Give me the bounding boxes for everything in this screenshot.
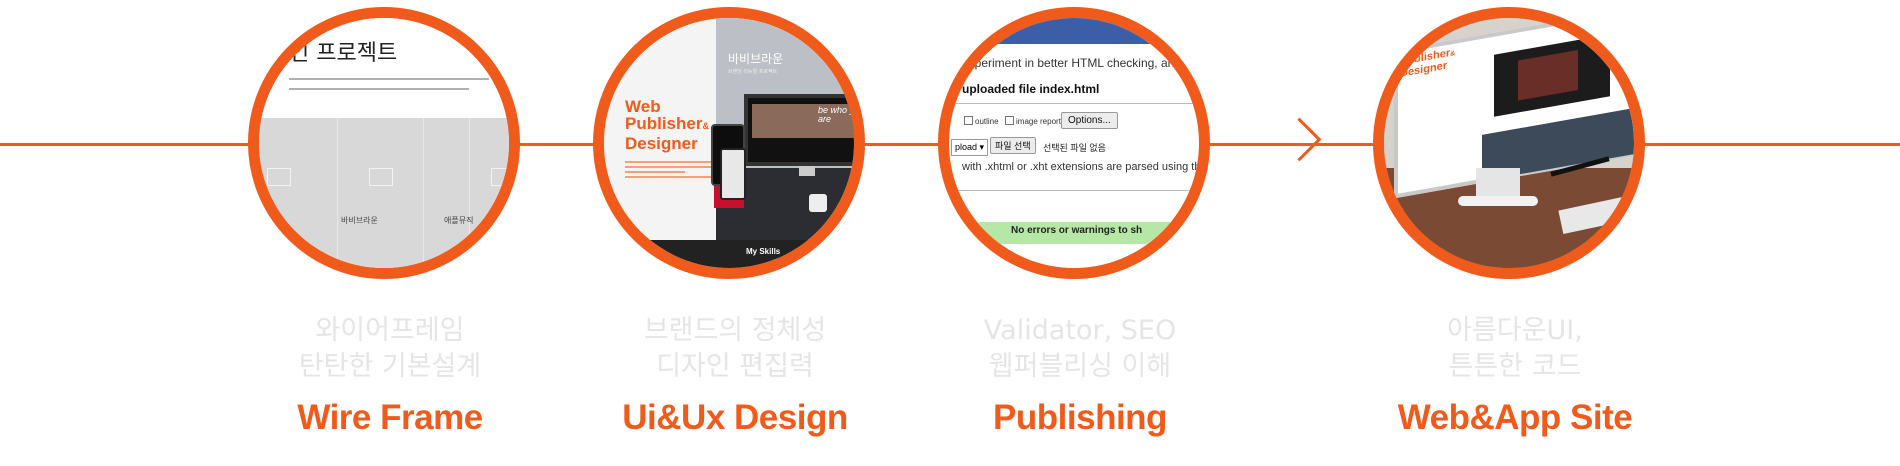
step-website: Publisher& Designer 아름다운UI, 튼튼한 코드 Web&A… bbox=[1365, 0, 1665, 466]
caption-line: Validator, SEO bbox=[983, 315, 1177, 346]
image-report-label: image report bbox=[1016, 117, 1061, 126]
caption-line: 탄탄한 기본설계 bbox=[298, 351, 482, 382]
uidesign-caption: 브랜드의 정체성 디자인 편집력 bbox=[585, 313, 885, 385]
uidesign-body-lines bbox=[625, 158, 711, 181]
caption-line: 와이어프레임 bbox=[315, 315, 465, 346]
publishing-title: Publishing bbox=[993, 398, 1167, 437]
image-icon bbox=[491, 168, 509, 186]
wireframe-label: 바비브라운 bbox=[341, 216, 378, 225]
publishing-caption: Validator, SEO 웹퍼블리싱 이해 bbox=[930, 313, 1230, 385]
brand-amp: & bbox=[1450, 50, 1456, 59]
imac-stand bbox=[1476, 168, 1520, 198]
caption-line: 브랜드의 정체성 bbox=[643, 315, 827, 346]
outline-label: outline bbox=[975, 117, 999, 126]
publishing-thumbnail: experiment in better HTML checking, and … bbox=[938, 7, 1210, 279]
brand-word: Publisher bbox=[625, 114, 703, 133]
select-value: pload bbox=[955, 142, 978, 152]
website-caption: 아름다운UI, 튼튼한 코드 bbox=[1365, 313, 1665, 385]
caption-line: 아름다운UI, bbox=[1447, 315, 1583, 346]
uidesign-korean-sub: 브랜딩 리뉴얼 프로젝트 bbox=[728, 69, 778, 75]
wireframe-label: 애플뮤직 bbox=[444, 216, 474, 225]
step-uidesign: Web Publisher& Designer 바비브라운 브랜딩 리뉴얼 프로… bbox=[585, 0, 885, 466]
wireframe-header bbox=[259, 18, 509, 118]
website-thumbnail: Publisher& Designer bbox=[1373, 7, 1645, 279]
uidesign-footer-text: My Skills bbox=[746, 247, 781, 256]
uidesign-thumbnail: Web Publisher& Designer 바비브라운 브랜딩 리뉴얼 프로… bbox=[593, 7, 865, 279]
divider bbox=[949, 103, 1199, 104]
grid-divider bbox=[337, 118, 338, 268]
wireframe-text-line bbox=[289, 78, 489, 80]
caption-line: 디자인 편집력 bbox=[656, 351, 814, 382]
grid-divider bbox=[469, 118, 470, 268]
phone-mockup-small bbox=[720, 148, 746, 200]
image-report-checkbox[interactable] bbox=[1005, 116, 1014, 125]
image-icon bbox=[267, 168, 291, 186]
uidesign-footer bbox=[604, 240, 854, 268]
monitor-text: be who you are bbox=[818, 105, 865, 124]
wireframe-thumbnail: 인 프로젝트 바비브라운 애플뮤직 bbox=[248, 7, 520, 279]
monitor-stand bbox=[799, 166, 815, 176]
imac-base bbox=[1458, 196, 1538, 206]
wireframe-heading: 인 프로젝트 bbox=[289, 41, 398, 66]
divider bbox=[949, 190, 1199, 191]
uidesign-brand: Web Publisher& Designer bbox=[625, 98, 709, 152]
uidesign-korean-title: 바비브라운 bbox=[728, 52, 784, 66]
validator-note: with .xhtml or .xht extensions are parse… bbox=[962, 161, 1207, 173]
cup-decoration bbox=[809, 194, 827, 212]
wireframe-grid bbox=[259, 118, 509, 268]
validator-text: experiment in better HTML checking, and bbox=[962, 56, 1181, 70]
caption-line: 웹퍼블리싱 이해 bbox=[988, 351, 1172, 382]
image-icon bbox=[369, 168, 393, 186]
brand-line: Designer bbox=[625, 134, 698, 153]
wireframe-caption: 와이어프레임 탄탄한 기본설계 bbox=[240, 313, 540, 385]
monitor-mockup: be who you are bbox=[744, 94, 865, 166]
outline-checkbox[interactable] bbox=[964, 116, 973, 125]
result-text: No errors or warnings to sh bbox=[1011, 225, 1143, 236]
file-choose-button[interactable]: 파일 선택 bbox=[990, 137, 1036, 154]
brand-line: Web bbox=[625, 97, 661, 116]
validator-header-bar bbox=[949, 18, 1199, 44]
upload-select[interactable]: pload ▾ bbox=[951, 139, 989, 156]
grid-divider bbox=[423, 118, 424, 268]
options-button[interactable]: Options... bbox=[1061, 112, 1118, 129]
step-wireframe: 인 프로젝트 바비브라운 애플뮤직 와이어프레임 탄탄한 기본설계 Wire F… bbox=[240, 0, 540, 466]
wireframe-title: Wire Frame bbox=[297, 398, 483, 437]
wireframe-text-line bbox=[289, 88, 469, 90]
validator-file-label: uploaded file index.html bbox=[962, 82, 1100, 96]
brand-line: Publisher& bbox=[625, 115, 709, 135]
file-none-text: 선택된 파일 없음 bbox=[1043, 143, 1106, 153]
caption-line: 튼튼한 코드 bbox=[1448, 351, 1582, 382]
uidesign-title: Ui&Ux Design bbox=[622, 398, 848, 437]
brand-amp: & bbox=[702, 121, 709, 131]
step-publishing: experiment in better HTML checking, and … bbox=[930, 0, 1230, 466]
chevron-right-icon bbox=[1277, 117, 1322, 162]
website-title: Web&App Site bbox=[1397, 398, 1633, 437]
